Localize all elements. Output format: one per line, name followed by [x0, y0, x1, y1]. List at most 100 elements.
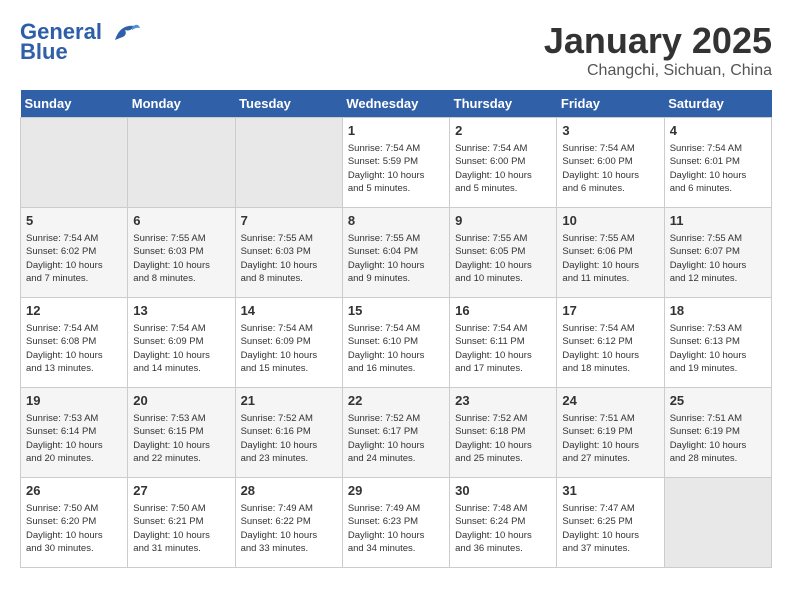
calendar-cell: 28 Sunrise: 7:49 AM Sunset: 6:22 PM Dayli… — [235, 478, 342, 568]
calendar-cell: 21 Sunrise: 7:52 AM Sunset: 6:16 PM Dayli… — [235, 388, 342, 478]
calendar-cell: 23 Sunrise: 7:52 AM Sunset: 6:18 PM Dayli… — [450, 388, 557, 478]
day-number: 27 — [133, 482, 229, 500]
calendar-cell: 7Sunrise: 7:55 AM Sunset: 6:03 PM Daylig… — [235, 208, 342, 298]
calendar-cell: 25 Sunrise: 7:51 AM Sunset: 6:19 PM Dayli… — [664, 388, 771, 478]
calendar-cell: 30 Sunrise: 7:48 AM Sunset: 6:24 PM Dayli… — [450, 478, 557, 568]
day-info: Sunrise: 7:55 AM Sunset: 6:07 PM Dayligh… — [670, 232, 766, 285]
weekday-header-thursday: Thursday — [450, 90, 557, 118]
calendar-cell: 10 Sunrise: 7:55 AM Sunset: 6:06 PM Dayli… — [557, 208, 664, 298]
day-info: Sunrise: 7:54 AM Sunset: 6:09 PM Dayligh… — [241, 322, 337, 375]
day-number: 3 — [562, 122, 658, 140]
weekday-header-wednesday: Wednesday — [342, 90, 449, 118]
day-number: 5 — [26, 212, 122, 230]
day-info: Sunrise: 7:54 AM Sunset: 6:12 PM Dayligh… — [562, 322, 658, 375]
month-title: January 2025 — [544, 20, 772, 62]
calendar-cell: 8Sunrise: 7:55 AM Sunset: 6:04 PM Daylig… — [342, 208, 449, 298]
day-info: Sunrise: 7:54 AM Sunset: 6:08 PM Dayligh… — [26, 322, 122, 375]
day-number: 16 — [455, 302, 551, 320]
day-number: 28 — [241, 482, 337, 500]
calendar-cell: 31 Sunrise: 7:47 AM Sunset: 6:25 PM Dayli… — [557, 478, 664, 568]
day-info: Sunrise: 7:52 AM Sunset: 6:16 PM Dayligh… — [241, 412, 337, 465]
calendar-cell: 2 Sunrise: 7:54 AM Sunset: 6:00 PM Daylig… — [450, 118, 557, 208]
page-header: General Blue January 2025 Changchi, Sich… — [20, 20, 772, 80]
calendar-cell: 27Sunrise: 7:50 AM Sunset: 6:21 PM Dayli… — [128, 478, 235, 568]
calendar-cell: 11 Sunrise: 7:55 AM Sunset: 6:07 PM Dayli… — [664, 208, 771, 298]
day-number: 9 — [455, 212, 551, 230]
day-info: Sunrise: 7:54 AM Sunset: 6:01 PM Dayligh… — [670, 142, 766, 195]
day-info: Sunrise: 7:53 AM Sunset: 6:14 PM Dayligh… — [26, 412, 122, 465]
calendar-cell — [235, 118, 342, 208]
day-info: Sunrise: 7:49 AM Sunset: 6:22 PM Dayligh… — [241, 502, 337, 555]
calendar-week-3: 12 Sunrise: 7:54 AM Sunset: 6:08 PM Dayli… — [21, 298, 772, 388]
day-number: 30 — [455, 482, 551, 500]
calendar-cell: 1 Sunrise: 7:54 AM Sunset: 5:59 PM Daylig… — [342, 118, 449, 208]
day-info: Sunrise: 7:50 AM Sunset: 6:20 PM Dayligh… — [26, 502, 122, 555]
day-info: Sunrise: 7:54 AM Sunset: 6:10 PM Dayligh… — [348, 322, 444, 375]
day-info: Sunrise: 7:52 AM Sunset: 6:17 PM Dayligh… — [348, 412, 444, 465]
day-info: Sunrise: 7:55 AM Sunset: 6:05 PM Dayligh… — [455, 232, 551, 285]
calendar-cell: 14 Sunrise: 7:54 AM Sunset: 6:09 PM Dayli… — [235, 298, 342, 388]
weekday-header-monday: Monday — [128, 90, 235, 118]
day-number: 8 — [348, 212, 444, 230]
day-number: 7 — [241, 212, 337, 230]
day-info: Sunrise: 7:51 AM Sunset: 6:19 PM Dayligh… — [670, 412, 766, 465]
calendar-cell: 24Sunrise: 7:51 AM Sunset: 6:19 PM Dayli… — [557, 388, 664, 478]
day-info: Sunrise: 7:55 AM Sunset: 6:06 PM Dayligh… — [562, 232, 658, 285]
calendar-cell: 6 Sunrise: 7:55 AM Sunset: 6:03 PM Daylig… — [128, 208, 235, 298]
weekday-header-row: SundayMondayTuesdayWednesdayThursdayFrid… — [21, 90, 772, 118]
day-number: 1 — [348, 122, 444, 140]
calendar-week-1: 1 Sunrise: 7:54 AM Sunset: 5:59 PM Daylig… — [21, 118, 772, 208]
calendar-cell — [128, 118, 235, 208]
day-info: Sunrise: 7:54 AM Sunset: 6:09 PM Dayligh… — [133, 322, 229, 375]
calendar-week-4: 19 Sunrise: 7:53 AM Sunset: 6:14 PM Dayli… — [21, 388, 772, 478]
title-block: January 2025 Changchi, Sichuan, China — [544, 20, 772, 80]
day-number: 20 — [133, 392, 229, 410]
weekday-header-tuesday: Tuesday — [235, 90, 342, 118]
day-number: 18 — [670, 302, 766, 320]
day-number: 31 — [562, 482, 658, 500]
day-info: Sunrise: 7:55 AM Sunset: 6:03 PM Dayligh… — [133, 232, 229, 285]
weekday-header-sunday: Sunday — [21, 90, 128, 118]
day-number: 22 — [348, 392, 444, 410]
day-number: 11 — [670, 212, 766, 230]
day-info: Sunrise: 7:54 AM Sunset: 5:59 PM Dayligh… — [348, 142, 444, 195]
day-info: Sunrise: 7:54 AM Sunset: 6:00 PM Dayligh… — [455, 142, 551, 195]
day-info: Sunrise: 7:54 AM Sunset: 6:11 PM Dayligh… — [455, 322, 551, 375]
day-number: 25 — [670, 392, 766, 410]
day-number: 4 — [670, 122, 766, 140]
day-number: 2 — [455, 122, 551, 140]
calendar-cell: 18 Sunrise: 7:53 AM Sunset: 6:13 PM Dayli… — [664, 298, 771, 388]
day-info: Sunrise: 7:53 AM Sunset: 6:15 PM Dayligh… — [133, 412, 229, 465]
calendar-cell: 29 Sunrise: 7:49 AM Sunset: 6:23 PM Dayli… — [342, 478, 449, 568]
day-number: 23 — [455, 392, 551, 410]
calendar-week-5: 26Sunrise: 7:50 AM Sunset: 6:20 PM Dayli… — [21, 478, 772, 568]
day-number: 17 — [562, 302, 658, 320]
calendar-cell: 22 Sunrise: 7:52 AM Sunset: 6:17 PM Dayli… — [342, 388, 449, 478]
calendar-cell — [21, 118, 128, 208]
day-info: Sunrise: 7:48 AM Sunset: 6:24 PM Dayligh… — [455, 502, 551, 555]
day-number: 12 — [26, 302, 122, 320]
day-number: 19 — [26, 392, 122, 410]
day-number: 21 — [241, 392, 337, 410]
calendar-cell: 3Sunrise: 7:54 AM Sunset: 6:00 PM Daylig… — [557, 118, 664, 208]
weekday-header-saturday: Saturday — [664, 90, 771, 118]
day-info: Sunrise: 7:47 AM Sunset: 6:25 PM Dayligh… — [562, 502, 658, 555]
calendar-cell: 20 Sunrise: 7:53 AM Sunset: 6:15 PM Dayli… — [128, 388, 235, 478]
logo: General Blue — [20, 20, 140, 64]
day-number: 14 — [241, 302, 337, 320]
day-number: 15 — [348, 302, 444, 320]
calendar-cell: 12 Sunrise: 7:54 AM Sunset: 6:08 PM Dayli… — [21, 298, 128, 388]
calendar-cell: 5Sunrise: 7:54 AM Sunset: 6:02 PM Daylig… — [21, 208, 128, 298]
day-info: Sunrise: 7:53 AM Sunset: 6:13 PM Dayligh… — [670, 322, 766, 375]
weekday-header-friday: Friday — [557, 90, 664, 118]
calendar-table: SundayMondayTuesdayWednesdayThursdayFrid… — [20, 90, 772, 568]
day-number: 29 — [348, 482, 444, 500]
calendar-cell — [664, 478, 771, 568]
day-number: 10 — [562, 212, 658, 230]
day-info: Sunrise: 7:52 AM Sunset: 6:18 PM Dayligh… — [455, 412, 551, 465]
day-info: Sunrise: 7:49 AM Sunset: 6:23 PM Dayligh… — [348, 502, 444, 555]
calendar-cell: 19 Sunrise: 7:53 AM Sunset: 6:14 PM Dayli… — [21, 388, 128, 478]
day-number: 13 — [133, 302, 229, 320]
day-number: 6 — [133, 212, 229, 230]
day-info: Sunrise: 7:51 AM Sunset: 6:19 PM Dayligh… — [562, 412, 658, 465]
